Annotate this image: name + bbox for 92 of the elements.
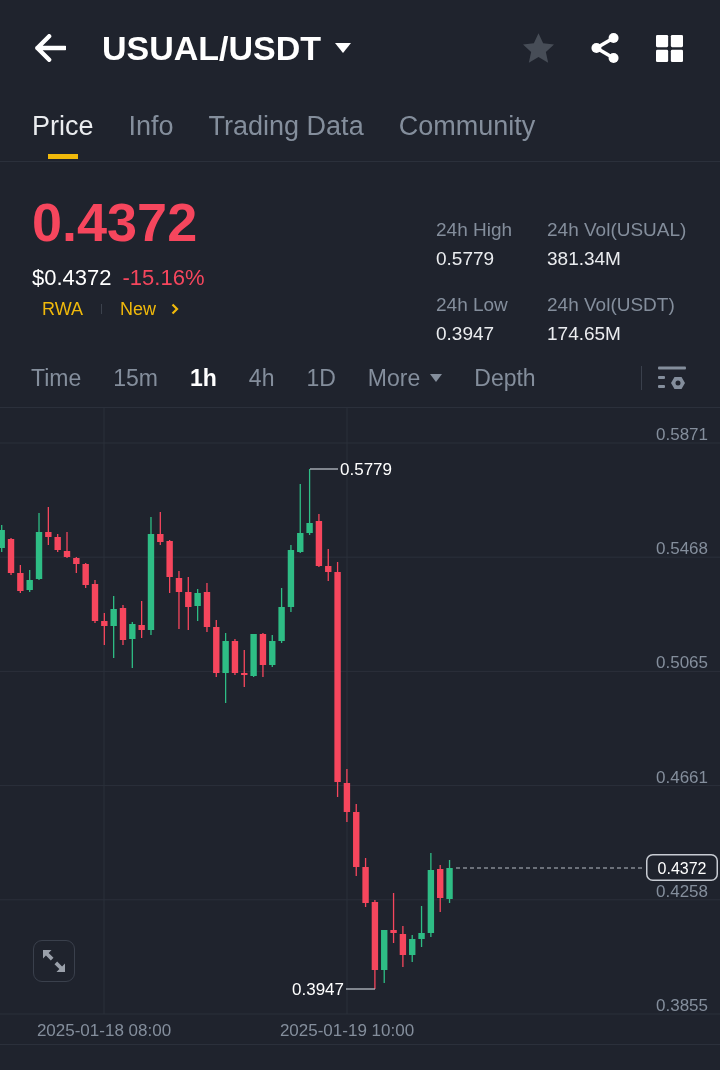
price-change: -15.16% [122, 266, 205, 290]
rising-candle [409, 934, 416, 963]
interval-tab[interactable]: 15m [113, 364, 158, 392]
y-axis-label: 0.5065 [656, 653, 708, 673]
y-axis-label: 0.4661 [656, 767, 708, 787]
falling-candle [17, 564, 24, 594]
pair-selector[interactable]: USUAL/USDT [102, 28, 352, 68]
rising-candle [278, 587, 285, 644]
last-price-tag: 0.4372 [646, 854, 718, 881]
low-price-label: 0.3947 [292, 980, 344, 999]
falling-candle [166, 539, 173, 594]
falling-candle [185, 576, 192, 631]
high-price-label: 0.5779 [340, 460, 392, 479]
rising-candle [306, 468, 313, 536]
stat-label: 24h Vol(USUAL) [547, 218, 687, 242]
falling-candle [241, 649, 248, 688]
rising-candle [446, 859, 453, 904]
rising-candle [110, 595, 117, 659]
y-axis-label: 0.4258 [656, 881, 708, 901]
interval-tab[interactable]: Time [31, 364, 82, 392]
rising-candle [269, 634, 276, 668]
tag-link[interactable]: New [110, 298, 190, 320]
last-price: 0.4372 [32, 192, 198, 252]
caret-down-icon [430, 374, 443, 382]
usd-price: $0.4372 [32, 266, 112, 290]
expand-button[interactable] [33, 940, 75, 982]
falling-candle [343, 768, 351, 823]
falling-candle [390, 892, 397, 944]
falling-candle [101, 612, 108, 646]
rising-candle [381, 929, 388, 984]
falling-candle [73, 556, 80, 574]
tab[interactable]: Trading Data [208, 96, 364, 161]
falling-candle [325, 548, 332, 582]
stat-value: 0.5779 [436, 247, 495, 271]
tab[interactable]: Info [128, 96, 174, 161]
tab[interactable]: Community [398, 96, 536, 161]
tab[interactable]: Price [32, 96, 94, 161]
falling-candle [259, 632, 267, 678]
x-axis-label: 2025-01-18 08:00 [36, 1021, 172, 1040]
falling-candle [231, 638, 239, 676]
stat-label: 24h Low [436, 293, 508, 317]
expand-icon [43, 950, 65, 972]
falling-candle [82, 562, 89, 589]
falling-candle [91, 579, 99, 624]
caret-down-icon [335, 43, 352, 53]
falling-candle [7, 537, 15, 576]
falling-candle [315, 513, 323, 568]
falling-candle [362, 857, 369, 908]
rising-candle [26, 569, 33, 593]
rising-candle [129, 621, 136, 669]
high-price-leader [309, 468, 339, 470]
rising-candle [297, 483, 304, 554]
falling-candle [399, 925, 407, 968]
y-axis-label: 0.5871 [656, 425, 708, 444]
rising-candle [194, 588, 201, 622]
grid-icon[interactable] [656, 34, 683, 62]
chart-settings-icon[interactable] [658, 366, 686, 390]
falling-candle [437, 864, 444, 913]
falling-candle [175, 570, 183, 630]
chevron-right-icon [171, 303, 180, 315]
interval-tab[interactable]: Depth [474, 364, 536, 392]
interval-tab[interactable]: 1h [190, 364, 217, 392]
interval-tab[interactable]: 4h [248, 364, 275, 392]
y-axis-label: 0.5468 [656, 539, 708, 559]
rising-candle [287, 544, 295, 613]
falling-candle [63, 531, 71, 559]
falling-candle [45, 506, 52, 546]
back-arrow-icon[interactable] [34, 34, 66, 62]
rising-candle [35, 512, 43, 581]
category-tag[interactable]: RWA [32, 298, 93, 320]
interval-tab[interactable]: 1D [306, 364, 336, 392]
falling-candle [203, 582, 211, 633]
stat-value: 381.34M [547, 247, 621, 271]
falling-candle [54, 533, 61, 553]
falling-candle [157, 511, 164, 546]
more-menu-button[interactable]: More [367, 364, 443, 392]
rising-candle [222, 632, 229, 704]
star-icon[interactable] [523, 33, 554, 63]
stat-label: 24h Vol(USDT) [547, 293, 675, 317]
falling-candle [213, 619, 220, 678]
stat-label: 24h High [436, 218, 513, 242]
falling-candle [119, 604, 127, 646]
rising-candle [0, 524, 5, 553]
rising-candle [418, 905, 425, 948]
rising-candle [250, 633, 257, 678]
falling-candle [138, 600, 145, 639]
x-axis-label: 2025-01-19 10:00 [279, 1021, 415, 1040]
share-icon[interactable] [591, 33, 619, 63]
y-axis-label: 0.3855 [656, 996, 708, 1015]
stat-value: 0.3947 [436, 322, 495, 346]
stat-value: 174.65M [547, 322, 621, 346]
low-price-leader [345, 988, 376, 990]
